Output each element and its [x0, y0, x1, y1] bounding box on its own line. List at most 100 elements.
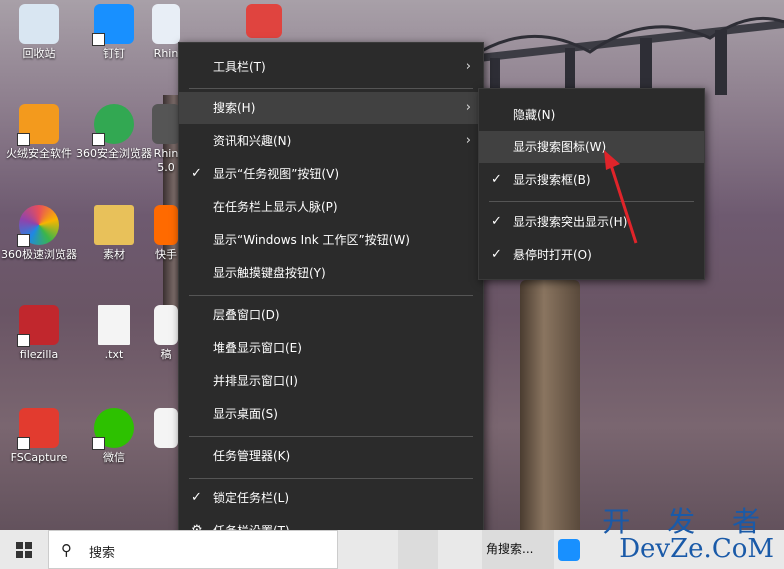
- 360-speed-browser-icon: [17, 205, 59, 247]
- desktop-icon-label: FSCapture: [10, 451, 68, 464]
- desktop-icon-recycle-bin[interactable]: 回收站: [0, 4, 78, 61]
- menu-item-label: 锁定任务栏(L): [213, 491, 290, 505]
- dingtalk-taskbar-icon[interactable]: [558, 539, 580, 561]
- checkmark-icon: ✓: [491, 214, 502, 229]
- checkmark-icon: ✓: [191, 490, 202, 505]
- huorong-icon: [17, 104, 59, 146]
- menu-separator: [189, 88, 473, 89]
- menu-item-label: 资讯和兴趣(N): [213, 134, 292, 148]
- menu-item-label: 显示触摸键盘按钮(Y): [213, 266, 326, 280]
- start-button[interactable]: [0, 530, 48, 569]
- menu-separator: [189, 295, 473, 296]
- menu-separator: [489, 201, 694, 202]
- menu-item-task-manager[interactable]: 任务管理器(K): [179, 440, 483, 472]
- menu-item-label: 显示“Windows Ink 工作区”按钮(W): [213, 233, 410, 247]
- desktop-icon-fscapture[interactable]: FSCapture: [0, 408, 78, 465]
- wooden-pillar: [520, 280, 580, 530]
- menu-item-label: 悬停时打开(O): [513, 248, 592, 262]
- menu-item-label: 在任务栏上显示人脉(P): [213, 200, 338, 214]
- menu-item-label: 隐藏(N): [513, 108, 556, 122]
- menu-item-toolbars[interactable]: 工具栏(T) ›: [179, 51, 483, 83]
- desktop-icon-materials-folder[interactable]: 素材: [75, 205, 153, 262]
- desktop-icon-label: 钉钉: [103, 47, 125, 60]
- checkmark-icon: ✓: [491, 172, 502, 187]
- menu-item-task-view[interactable]: ✓ 显示“任务视图”按钮(V): [179, 158, 483, 190]
- dingtalk-icon: [92, 4, 134, 46]
- text-file-icon: [98, 305, 130, 345]
- menu-separator: [189, 478, 473, 479]
- windows-logo-icon: [16, 542, 32, 558]
- desktop-icon-huorong[interactable]: 火绒安全软件: [0, 104, 78, 161]
- menu-item-search[interactable]: 搜索(H) ›: [179, 92, 483, 124]
- watermark-line2: DevZe.CoM: [619, 534, 774, 564]
- menu-item-side-by-side[interactable]: 并排显示窗口(I): [179, 365, 483, 397]
- desktop-icon-label: filezilla: [19, 348, 59, 361]
- chevron-right-icon: ›: [465, 59, 471, 74]
- rhino5-icon: [152, 104, 180, 144]
- taskbar-app-button[interactable]: [398, 530, 438, 569]
- menu-item-people[interactable]: 在任务栏上显示人脉(P): [179, 191, 483, 223]
- chevron-right-icon: ›: [465, 133, 471, 148]
- taskbar-app-label: 角搜索...: [486, 542, 534, 556]
- taskbar-search-box[interactable]: ⚲ 搜索: [48, 530, 338, 569]
- folder-icon: [94, 205, 134, 245]
- wechat-icon: [92, 408, 134, 450]
- annotation-arrow-icon: [604, 150, 638, 244]
- menu-item-label: 显示桌面(S): [213, 407, 278, 421]
- menu-item-windows-ink[interactable]: 显示“Windows Ink 工作区”按钮(W): [179, 224, 483, 256]
- bridge-illustration: [470, 16, 784, 95]
- doc-icon: [154, 408, 178, 448]
- menu-item-lock-taskbar[interactable]: ✓ 锁定任务栏(L): [179, 482, 483, 514]
- chevron-right-icon: ›: [465, 100, 471, 115]
- menu-separator: [189, 436, 473, 437]
- submenu-item-search-highlights[interactable]: ✓ 显示搜索突出显示(H): [479, 206, 704, 238]
- submenu-item-open-on-hover[interactable]: ✓ 悬停时打开(O): [479, 239, 704, 271]
- checkmark-icon: ✓: [491, 247, 502, 262]
- desktop-icon-360-browser[interactable]: 360安全浏览器: [75, 104, 153, 161]
- menu-item-touch-keyboard[interactable]: 显示触摸键盘按钮(Y): [179, 257, 483, 289]
- desktop-icon-360-speed-browser[interactable]: 360极速浏览器: [0, 205, 78, 262]
- submenu-item-show-search-icon[interactable]: 显示搜索图标(W): [479, 131, 704, 163]
- desktop-icon-label: 素材: [103, 248, 125, 261]
- desktop-icon-label: .txt: [104, 348, 124, 361]
- kuaishou-icon: [154, 205, 178, 245]
- menu-item-news-interests[interactable]: 资讯和兴趣(N) ›: [179, 125, 483, 157]
- desktop-icon-txt[interactable]: .txt: [75, 305, 153, 362]
- desktop-icon-wechat[interactable]: 微信: [75, 408, 153, 465]
- menu-item-label: 工具栏(T): [213, 60, 266, 74]
- desktop-icon-label: 360安全浏览器: [76, 147, 152, 160]
- filezilla-icon: [17, 305, 59, 347]
- menu-item-cascade[interactable]: 层叠窗口(D): [179, 299, 483, 331]
- menu-item-label: 搜索(H): [213, 101, 256, 115]
- document-icon: [154, 305, 178, 345]
- pdf-icon: [246, 4, 282, 38]
- checkmark-icon: ✓: [191, 166, 202, 181]
- search-submenu: 隐藏(N) 显示搜索图标(W) ✓ 显示搜索框(B) ✓ 显示搜索突出显示(H)…: [478, 88, 705, 280]
- taskbar-app-button[interactable]: 角搜索...: [482, 530, 554, 569]
- submenu-item-hidden[interactable]: 隐藏(N): [479, 99, 704, 131]
- search-icon: ⚲: [61, 541, 72, 559]
- desktop-icon-label: 火绒安全软件: [6, 147, 72, 160]
- desktop-icon-filezilla[interactable]: filezilla: [0, 305, 78, 362]
- recycle-bin-icon: [19, 4, 59, 44]
- fscapture-icon: [17, 408, 59, 450]
- desktop-icon-pdf[interactable]: [244, 4, 284, 38]
- menu-item-label: 层叠窗口(D): [213, 308, 280, 322]
- 360-browser-icon: [92, 104, 134, 146]
- rhino-icon: [152, 4, 180, 44]
- desktop-icon-label: 微信: [103, 451, 125, 464]
- search-placeholder: 搜索: [89, 546, 116, 561]
- menu-item-label: 显示搜索图标(W): [513, 140, 607, 154]
- desktop-icon-label: 回收站: [22, 47, 56, 60]
- menu-item-label: 显示搜索框(B): [513, 173, 591, 187]
- submenu-item-show-search-box[interactable]: ✓ 显示搜索框(B): [479, 164, 704, 196]
- menu-item-show-desktop[interactable]: 显示桌面(S): [179, 398, 483, 430]
- menu-item-stack[interactable]: 堆叠显示窗口(E): [179, 332, 483, 364]
- desktop-icon-dingtalk[interactable]: 钉钉: [75, 4, 153, 61]
- menu-item-label: 堆叠显示窗口(E): [213, 341, 302, 355]
- watermark: 开 发 者 DevZe.CoM: [602, 500, 774, 564]
- desktop-icon-label: 360极速浏览器: [1, 248, 77, 261]
- menu-item-label: 任务管理器(K): [213, 449, 291, 463]
- menu-item-label: 并排显示窗口(I): [213, 374, 298, 388]
- taskbar-context-menu: 工具栏(T) › 搜索(H) › 资讯和兴趣(N) › ✓ 显示“任务视图”按钮…: [178, 42, 484, 556]
